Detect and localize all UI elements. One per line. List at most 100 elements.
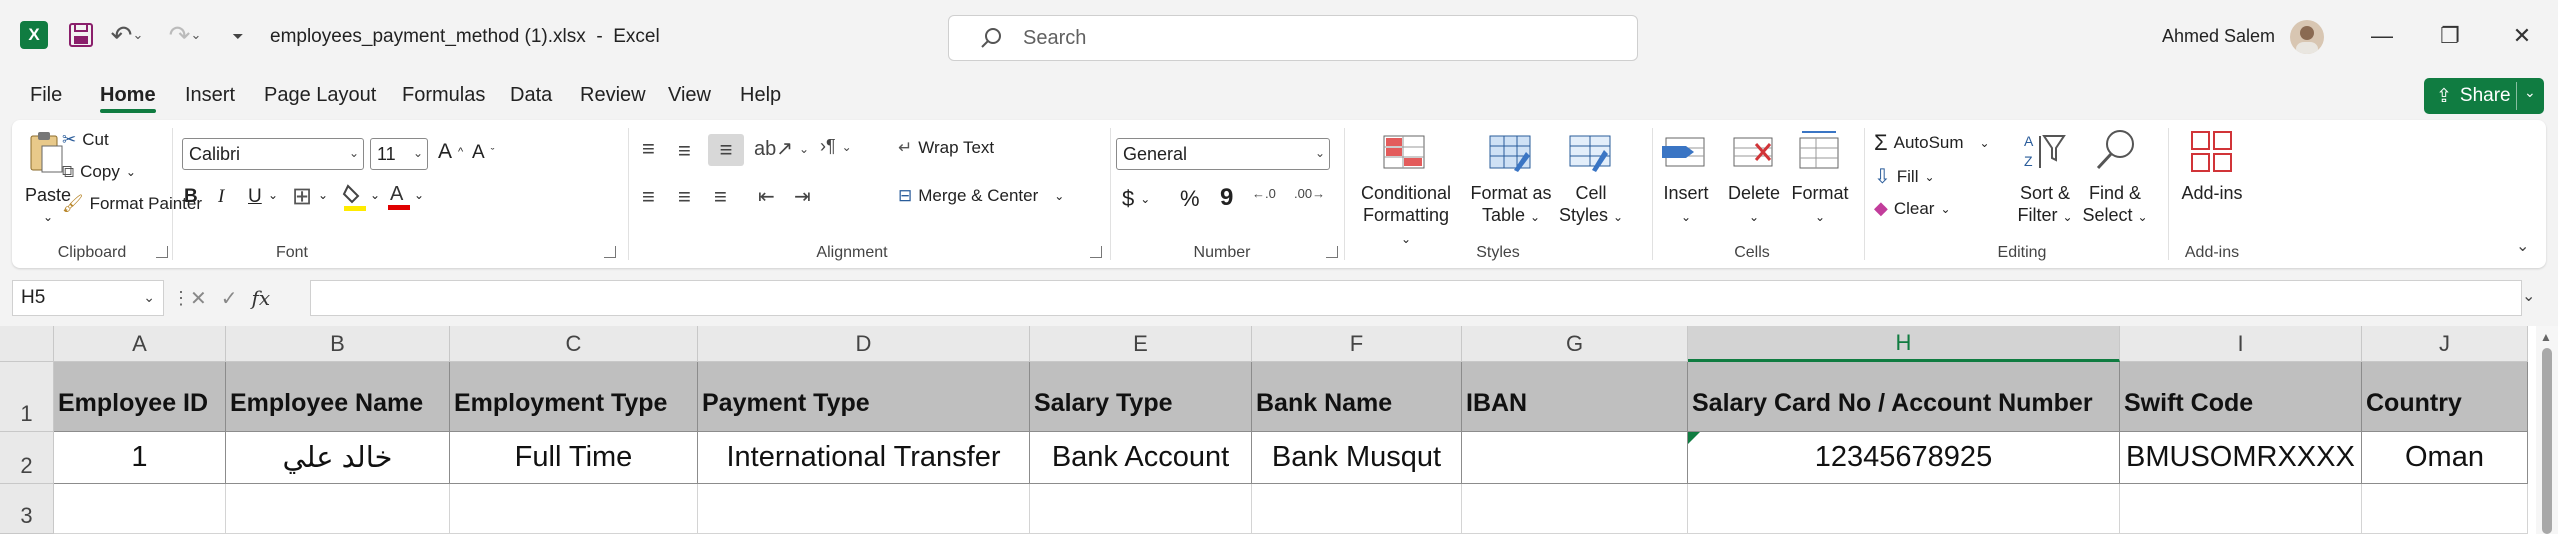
underline-dropdown-icon[interactable]: ⌄ bbox=[268, 188, 278, 202]
clipboard-dialog-launcher[interactable] bbox=[156, 246, 168, 258]
conditional-formatting-icon[interactable] bbox=[1382, 132, 1426, 172]
sort-filter-icon[interactable]: AZ bbox=[2022, 130, 2068, 174]
undo-icon[interactable]: ↶ ⌄ bbox=[111, 20, 144, 50]
font-color-icon[interactable]: A bbox=[386, 180, 412, 212]
cell-j3[interactable] bbox=[2362, 484, 2528, 534]
cell-c1[interactable]: Employment Type bbox=[450, 362, 698, 432]
tab-page-layout[interactable]: Page Layout bbox=[264, 84, 376, 107]
wrap-text-button[interactable]: ↵ Wrap Text bbox=[898, 138, 994, 158]
clear-button[interactable]: ◆ Clear ⌄ bbox=[1874, 198, 1951, 219]
cut-button[interactable]: ✂ Cut bbox=[62, 130, 109, 150]
find-select-button[interactable]: Find & Select ⌄ bbox=[2080, 182, 2150, 228]
cancel-icon[interactable]: ✕ bbox=[190, 286, 207, 311]
cell-f3[interactable] bbox=[1252, 484, 1462, 534]
user-name[interactable]: Ahmed Salem bbox=[2162, 26, 2275, 47]
share-button[interactable]: ⇪ Share ⌄ bbox=[2424, 78, 2544, 114]
align-left-icon[interactable]: ≡ bbox=[642, 184, 655, 210]
find-select-icon[interactable] bbox=[2092, 128, 2138, 174]
chevron-down-icon[interactable]: ⌄ bbox=[2524, 84, 2536, 101]
cell-b1[interactable]: Employee Name bbox=[226, 362, 450, 432]
merge-center-button[interactable]: ⊟ Merge & Center ⌄ bbox=[898, 186, 1064, 206]
cell-j1[interactable]: Country bbox=[2362, 362, 2528, 432]
fill-button[interactable]: ⇩ Fill ⌄ bbox=[1874, 164, 1935, 189]
cell-j2[interactable]: Oman bbox=[2362, 432, 2528, 484]
column-header-f[interactable]: F bbox=[1252, 326, 1462, 362]
number-dialog-launcher[interactable] bbox=[1326, 246, 1338, 258]
cell-h3[interactable] bbox=[1688, 484, 2120, 534]
tab-formulas[interactable]: Formulas bbox=[402, 84, 485, 107]
vertical-scrollbar[interactable]: ▲ bbox=[2536, 326, 2558, 534]
more-options-icon[interactable]: ⋮ bbox=[172, 288, 190, 309]
minimize-icon[interactable]: — bbox=[2360, 18, 2404, 54]
borders-dropdown-icon[interactable]: ⌄ bbox=[318, 188, 328, 202]
cell-a1[interactable]: Employee ID bbox=[54, 362, 226, 432]
name-box[interactable]: H5 ⌄ bbox=[12, 280, 164, 316]
align-right-icon[interactable]: ≡ bbox=[714, 184, 727, 210]
cell-e1[interactable]: Salary Type bbox=[1030, 362, 1252, 432]
cell-styles-button[interactable]: Cell Styles ⌄ bbox=[1556, 182, 1626, 228]
search-input[interactable]: Search bbox=[948, 15, 1638, 61]
copy-button[interactable]: ⧉ Copy ⌄ bbox=[62, 162, 136, 182]
cell-c3[interactable] bbox=[450, 484, 698, 534]
tab-review[interactable]: Review bbox=[580, 84, 646, 107]
column-header-c[interactable]: C bbox=[450, 326, 698, 362]
tab-home[interactable]: Home bbox=[100, 84, 156, 107]
cell-f1[interactable]: Bank Name bbox=[1252, 362, 1462, 432]
cell-d1[interactable]: Payment Type bbox=[698, 362, 1030, 432]
borders-icon[interactable]: ⊞ bbox=[292, 182, 312, 211]
cell-h2[interactable]: 12345678925 bbox=[1688, 432, 2120, 484]
column-header-b[interactable]: B bbox=[226, 326, 450, 362]
format-painter-button[interactable]: 🖌 Format Painter bbox=[62, 194, 202, 214]
delete-cells-icon[interactable] bbox=[1730, 132, 1776, 172]
cell-i1[interactable]: Swift Code bbox=[2120, 362, 2362, 432]
cell-b3[interactable] bbox=[226, 484, 450, 534]
cell-d2[interactable]: International Transfer bbox=[698, 432, 1030, 484]
increase-font-icon[interactable]: A ^ bbox=[438, 140, 463, 164]
insert-cells-icon[interactable] bbox=[1662, 132, 1708, 172]
cell-i3[interactable] bbox=[2120, 484, 2362, 534]
column-header-d[interactable]: D bbox=[698, 326, 1030, 362]
expand-formula-bar-icon[interactable]: ⌄ bbox=[2522, 286, 2535, 306]
font-size-select[interactable]: 11 ⌄ bbox=[370, 138, 428, 170]
cell-f2[interactable]: Bank Musqut bbox=[1252, 432, 1462, 484]
align-center-icon[interactable]: ≡ bbox=[678, 184, 691, 210]
align-bottom-icon[interactable]: ≡ bbox=[708, 134, 744, 166]
enter-icon[interactable]: ✓ bbox=[221, 286, 238, 311]
currency-button[interactable]: $ ⌄ bbox=[1122, 186, 1150, 212]
collapse-ribbon-icon[interactable]: ⌄ bbox=[2516, 236, 2529, 256]
restore-icon[interactable]: ❐ bbox=[2428, 18, 2472, 54]
format-as-table-icon[interactable] bbox=[1488, 132, 1532, 172]
sort-filter-button[interactable]: Sort & Filter ⌄ bbox=[2012, 182, 2078, 228]
column-header-j[interactable]: J bbox=[2362, 326, 2528, 362]
increase-decimal-icon[interactable]: ←.0 bbox=[1252, 186, 1276, 201]
format-cells-icon[interactable] bbox=[1796, 128, 1842, 172]
cell-a2[interactable]: 1 bbox=[54, 432, 226, 484]
column-header-e[interactable]: E bbox=[1030, 326, 1252, 362]
percent-button[interactable]: % bbox=[1180, 186, 1200, 212]
tab-data[interactable]: Data bbox=[510, 84, 552, 107]
decrease-font-icon[interactable]: Aˇ bbox=[472, 142, 494, 164]
scrollbar-thumb[interactable] bbox=[2542, 348, 2552, 534]
format-cells-button[interactable]: Format ⌄ bbox=[1788, 182, 1852, 228]
avatar[interactable] bbox=[2290, 20, 2324, 54]
column-header-h[interactable]: H bbox=[1688, 326, 2120, 362]
row-header-1[interactable]: 1 bbox=[0, 362, 54, 432]
paste-icon[interactable] bbox=[28, 130, 64, 173]
orientation-icon[interactable]: ab↗ ⌄ bbox=[754, 136, 809, 161]
close-icon[interactable]: ✕ bbox=[2500, 18, 2544, 54]
cell-e3[interactable] bbox=[1030, 484, 1252, 534]
cell-b2[interactable]: خالد علي bbox=[226, 432, 450, 484]
decrease-decimal-icon[interactable]: .00→ bbox=[1294, 186, 1325, 201]
cell-g3[interactable] bbox=[1462, 484, 1688, 534]
cell-e2[interactable]: Bank Account bbox=[1030, 432, 1252, 484]
increase-indent-icon[interactable]: ⇥ bbox=[794, 184, 811, 209]
cell-c2[interactable]: Full Time bbox=[450, 432, 698, 484]
cell-g1[interactable]: IBAN bbox=[1462, 362, 1688, 432]
font-color-dropdown-icon[interactable]: ⌄ bbox=[414, 188, 424, 202]
cell-g2[interactable] bbox=[1462, 432, 1688, 484]
select-all-corner[interactable] bbox=[0, 326, 54, 362]
scroll-up-icon[interactable]: ▲ bbox=[2540, 330, 2552, 344]
column-header-a[interactable]: A bbox=[54, 326, 226, 362]
tab-view[interactable]: View bbox=[668, 84, 711, 107]
comma-button[interactable]: 9 bbox=[1220, 184, 1233, 212]
